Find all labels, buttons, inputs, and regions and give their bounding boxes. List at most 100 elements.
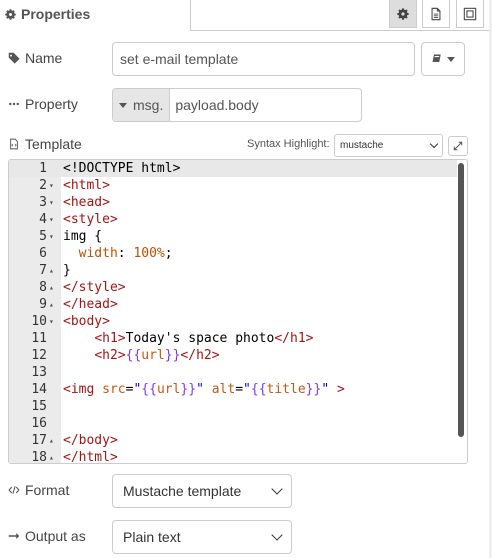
tag-icon	[8, 52, 20, 64]
line-number: 5	[39, 229, 47, 244]
gear-icon	[397, 7, 409, 20]
line-number: 9	[39, 297, 47, 312]
line-number: 14	[31, 382, 47, 397]
property-type-selector[interactable]: msg.	[113, 89, 171, 121]
output-label: Output as	[8, 528, 86, 544]
code-text: </html>	[63, 450, 118, 464]
code-line[interactable]: 14 <img src="{{url}}" alt="{{title}}" >	[9, 381, 457, 398]
code-line[interactable]: 3 ▾ <head>	[9, 194, 457, 211]
fold-toggle-icon[interactable]: ▾	[49, 228, 59, 245]
property-typed-input[interactable]: msg. payload.body	[112, 88, 362, 122]
chevron-down-icon	[447, 56, 455, 62]
chevron-down-icon	[429, 139, 439, 148]
line-number: 11	[31, 331, 47, 346]
fold-toggle-icon[interactable]: ▴	[49, 432, 59, 449]
code-line[interactable]: 11 <h1>Today's space photo</h1>	[9, 330, 457, 347]
document-icon	[431, 7, 441, 20]
fold-toggle-icon[interactable]: ▾	[49, 194, 59, 211]
code-line[interactable]: 9 ▴ </head>	[9, 296, 457, 313]
format-label: Format	[8, 482, 69, 498]
template-code-editor[interactable]: 1 <!DOCTYPE html> 2 ▾ <html> 3 ▾ <head> 4 ▾ <style…	[8, 159, 468, 464]
code-text: }	[63, 263, 71, 278]
code-line[interactable]: 16	[9, 415, 457, 432]
line-number: 2	[39, 178, 47, 193]
property-value: payload.body	[175, 97, 259, 113]
tab-description[interactable]	[422, 0, 450, 28]
code-line[interactable]: 12 <h2>{{url}}</h2>	[9, 347, 457, 364]
line-number: 12	[31, 348, 47, 363]
format-select[interactable]: Mustache template	[112, 474, 292, 508]
gear-icon	[5, 8, 16, 20]
code-text: <img src="{{url}}" alt="{{title}}" >	[63, 382, 345, 397]
name-input[interactable]: set e-mail template	[112, 42, 415, 76]
code-line[interactable]: 2 ▾ <html>	[9, 177, 457, 194]
syntax-highlight-label: Syntax Highlight:	[247, 138, 330, 150]
line-number: 8	[39, 280, 47, 295]
line-number: 18	[31, 450, 47, 464]
line-number: 16	[31, 416, 47, 431]
fold-toggle-icon[interactable]: ▴	[49, 449, 59, 463]
template-label-text: Template	[25, 136, 82, 152]
fold-toggle-icon[interactable]: ▾	[49, 313, 59, 330]
frame-icon	[463, 7, 477, 20]
code-text: </body>	[63, 433, 118, 448]
line-number: 17	[31, 433, 47, 448]
template-label: Template	[8, 136, 82, 152]
name-label-text: Name	[25, 50, 63, 66]
code-line[interactable]: 15	[9, 398, 457, 415]
code-line[interactable]: 8 ▴ </style>	[9, 279, 457, 296]
expand-icon	[453, 141, 463, 151]
line-number: 10	[31, 314, 47, 329]
code-text: <h2>{{url}}</h2>	[94, 348, 220, 363]
syntax-highlight-select[interactable]: mustache	[334, 134, 443, 157]
editor-scrollbar[interactable]	[458, 163, 464, 437]
code-line[interactable]: 4 ▾ <style>	[9, 211, 457, 228]
node-library-button[interactable]	[421, 42, 465, 76]
code-text: <!DOCTYPE html>	[63, 161, 181, 176]
property-prefix: msg.	[133, 97, 164, 113]
code-line[interactable]: 18 ▴ </html>	[9, 449, 457, 464]
line-number: 7	[39, 263, 47, 278]
properties-title: Properties	[4, 6, 90, 22]
code-text: </head>	[63, 297, 118, 312]
ellipsis-icon	[9, 102, 19, 106]
format-select-value: Mustache template	[123, 483, 242, 499]
code-line[interactable]: 6 width: 100%;	[9, 245, 457, 262]
code-line[interactable]: 13	[9, 364, 457, 381]
fold-toggle-icon[interactable]: ▾	[49, 177, 59, 194]
code-icon	[8, 486, 20, 494]
output-select-value: Plain text	[123, 529, 181, 545]
caret-down-icon	[119, 102, 127, 108]
code-text: width: 100%;	[78, 246, 173, 261]
line-number: 6	[39, 246, 47, 261]
expand-editor-button[interactable]	[448, 136, 468, 156]
tab-appearance[interactable]	[456, 0, 484, 28]
code-text: <body>	[63, 314, 110, 329]
fold-toggle-icon[interactable]: ▴	[49, 262, 59, 279]
output-label-text: Output as	[25, 528, 86, 544]
code-text: <style>	[63, 212, 118, 227]
line-number: 15	[31, 399, 47, 414]
code-line[interactable]: 5 ▾ img {	[9, 228, 457, 245]
properties-header: Properties	[0, 0, 492, 32]
code-line[interactable]: 1 <!DOCTYPE html>	[9, 160, 457, 177]
book-icon	[432, 54, 441, 62]
tab-properties[interactable]	[389, 0, 417, 28]
name-input-value: set e-mail template	[120, 51, 239, 67]
chevron-down-icon	[271, 529, 283, 541]
name-label: Name	[8, 50, 62, 66]
fold-toggle-icon[interactable]: ▴	[49, 279, 59, 296]
code-line[interactable]: 17 ▴ </body>	[9, 432, 457, 449]
file-code-icon	[10, 138, 18, 150]
code-text: img {	[63, 229, 103, 244]
line-number: 4	[39, 212, 47, 227]
properties-title-text: Properties	[21, 6, 91, 22]
property-label: Property	[8, 96, 78, 112]
code-line[interactable]: 7 ▴}	[9, 262, 457, 279]
fold-toggle-icon[interactable]: ▾	[49, 211, 59, 228]
output-select[interactable]: Plain text	[112, 520, 292, 554]
line-number: 1	[39, 161, 47, 176]
property-label-text: Property	[25, 96, 78, 112]
fold-toggle-icon[interactable]: ▴	[49, 296, 59, 313]
code-line[interactable]: 10 ▾ <body>	[9, 313, 457, 330]
